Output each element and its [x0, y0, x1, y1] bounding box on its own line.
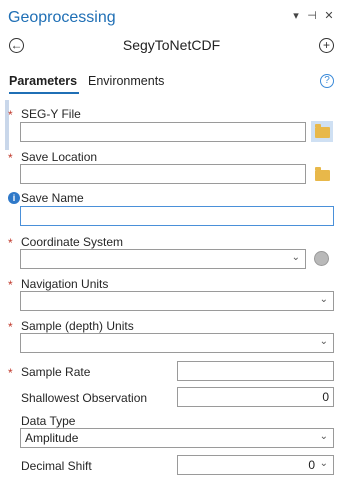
sample-rate-label: Sample Rate [21, 365, 91, 379]
close-icon[interactable]: ✕ [323, 10, 335, 22]
required-marker: * [8, 151, 13, 165]
chevron-down-icon: ⌄ [291, 252, 300, 263]
active-tab-indicator [9, 92, 79, 94]
tab-environments[interactable]: Environments [88, 74, 164, 88]
help-icon[interactable]: ? [320, 74, 334, 88]
required-marker: * [8, 278, 13, 292]
segy-file-label: SEG-Y File [21, 107, 81, 121]
save-location-input[interactable] [20, 164, 306, 184]
required-marker: * [8, 108, 13, 122]
chevron-down-icon: ⌄ [319, 458, 328, 469]
segy-file-folder-icon[interactable] [315, 124, 330, 138]
save-name-label: Save Name [21, 191, 84, 205]
sample-units-label: Sample (depth) Units [21, 319, 134, 333]
tab-parameters[interactable]: Parameters [9, 74, 77, 88]
coordinate-system-label: Coordinate System [21, 235, 124, 249]
info-icon[interactable]: i [8, 192, 20, 204]
chevron-down-icon: ⌄ [319, 336, 328, 347]
chevron-down-icon: ⌄ [319, 294, 328, 305]
save-location-folder-icon[interactable] [315, 167, 330, 181]
decimal-shift-label: Decimal Shift [21, 459, 92, 473]
required-marker: * [8, 366, 13, 380]
chevron-down-icon: ⌄ [319, 431, 328, 442]
pane-title: Geoprocessing [8, 9, 116, 26]
save-location-label: Save Location [21, 150, 98, 164]
sample-rate-input[interactable] [177, 361, 334, 381]
chevron-down-icon[interactable]: ▾ [290, 10, 302, 22]
required-marker: * [8, 236, 13, 250]
pin-icon[interactable]: ⊣ [306, 10, 318, 22]
shallowest-observation-label: Shallowest Observation [21, 391, 148, 405]
globe-icon[interactable] [314, 251, 329, 266]
data-type-label: Data Type [21, 414, 76, 428]
navigation-units-select[interactable]: ⌄ [20, 291, 334, 311]
navigation-units-label: Navigation Units [21, 277, 109, 291]
shallowest-observation-input[interactable]: 0 [177, 387, 334, 407]
tool-name: SegyToNetCDF [122, 37, 221, 53]
save-name-input[interactable] [20, 206, 334, 226]
data-type-select[interactable]: Amplitude ⌄ [20, 428, 334, 448]
decimal-shift-input[interactable]: 0 ⌄ [177, 455, 334, 475]
sample-units-select[interactable]: ⌄ [20, 333, 334, 353]
add-icon[interactable]: + [319, 38, 334, 53]
coordinate-system-select[interactable]: ⌄ [20, 249, 306, 269]
required-marker: * [8, 320, 13, 334]
segy-file-input[interactable] [20, 122, 306, 142]
